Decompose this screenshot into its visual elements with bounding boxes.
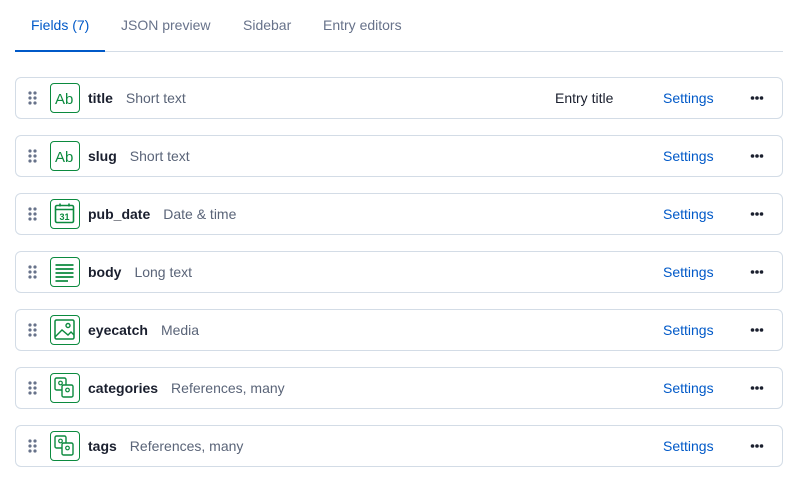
drag-handle-icon[interactable] (28, 207, 38, 221)
more-options-icon[interactable] (745, 205, 769, 223)
field-label-group: body Long text (88, 252, 192, 292)
content-model-page: Fields (7) JSON preview Sidebar Entry ed… (0, 0, 800, 480)
drag-handle-icon[interactable] (28, 91, 38, 105)
more-options-icon[interactable] (745, 263, 769, 281)
field-name: body (88, 264, 122, 280)
field-label-group: slug Short text (88, 136, 190, 176)
field-name: tags (88, 438, 117, 454)
settings-button[interactable]: Settings (663, 310, 714, 350)
short-text-icon: Ab (50, 141, 80, 171)
field-type: Short text (129, 148, 190, 164)
svg-text:Ab: Ab (55, 91, 73, 108)
tab-entry-editors[interactable]: Entry editors (307, 0, 418, 52)
field-type: Media (160, 322, 200, 338)
field-type: References, many (129, 438, 244, 454)
field-type: Short text (125, 90, 186, 106)
field-type: References, many (171, 380, 285, 396)
tab-bar: Fields (7) JSON preview Sidebar Entry ed… (15, 0, 783, 52)
field-label-group: title Short text (88, 78, 186, 118)
tab-json-preview[interactable]: JSON preview (105, 0, 226, 52)
drag-handle-icon[interactable] (28, 381, 38, 395)
field-name: slug (88, 148, 117, 164)
references-icon (50, 431, 80, 461)
long-text-icon (50, 257, 80, 287)
field-row-body[interactable]: body Long text Settings (15, 251, 783, 293)
field-list: Ab title Short text Entry title Settings … (15, 77, 783, 480)
settings-button[interactable]: Settings (663, 136, 714, 176)
settings-button[interactable]: Settings (663, 368, 714, 408)
settings-button[interactable]: Settings (663, 426, 714, 466)
field-name: title (88, 90, 113, 106)
more-options-icon[interactable] (745, 89, 769, 107)
field-row-categories[interactable]: categories References, many Settings (15, 367, 783, 409)
field-type: Date & time (163, 206, 237, 222)
drag-handle-icon[interactable] (28, 265, 38, 279)
more-options-icon[interactable] (745, 321, 769, 339)
field-label-group: tags References, many (88, 426, 243, 466)
drag-handle-icon[interactable] (28, 149, 38, 163)
settings-button[interactable]: Settings (663, 252, 714, 292)
settings-button[interactable]: Settings (663, 194, 714, 234)
calendar-icon: 31 (50, 199, 80, 229)
svg-text:31: 31 (59, 212, 69, 222)
field-name: eyecatch (88, 322, 148, 338)
field-label-group: eyecatch Media (88, 310, 199, 350)
field-type: Long text (134, 264, 193, 280)
entry-title-label: Entry title (555, 90, 614, 106)
more-options-icon[interactable] (745, 437, 769, 455)
field-label-group: categories References, many (88, 368, 285, 408)
media-icon (50, 315, 80, 345)
tab-sidebar[interactable]: Sidebar (227, 0, 307, 52)
field-name: pub_date (88, 206, 151, 222)
tab-fields[interactable]: Fields (7) (15, 0, 105, 52)
drag-handle-icon[interactable] (28, 323, 38, 337)
field-row-slug[interactable]: Ab slug Short text Settings (15, 135, 783, 177)
svg-text:Ab: Ab (55, 149, 73, 166)
short-text-icon: Ab (50, 83, 80, 113)
field-row-title[interactable]: Ab title Short text Entry title Settings (15, 77, 783, 119)
references-icon (50, 373, 80, 403)
field-row-tags[interactable]: tags References, many Settings (15, 425, 783, 467)
more-options-icon[interactable] (745, 147, 769, 165)
field-row-pub-date[interactable]: 31 pub_date Date & time Settings (15, 193, 783, 235)
more-options-icon[interactable] (745, 379, 769, 397)
field-label-group: pub_date Date & time (88, 194, 236, 234)
drag-handle-icon[interactable] (28, 439, 38, 453)
field-row-eyecatch[interactable]: eyecatch Media Settings (15, 309, 783, 351)
settings-button[interactable]: Settings (663, 78, 714, 118)
field-name: categories (88, 380, 159, 396)
